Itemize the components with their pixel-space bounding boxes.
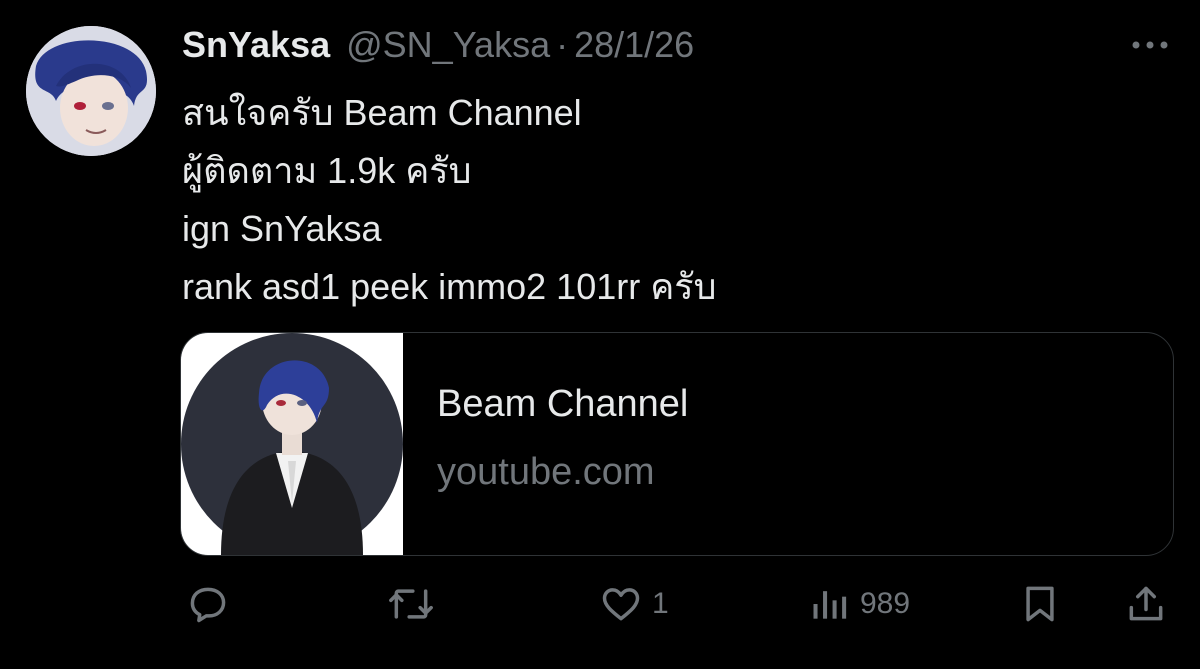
- card-thumbnail: [181, 333, 403, 555]
- bookmark-button[interactable]: [1018, 578, 1062, 630]
- like-count: 1: [652, 587, 669, 620]
- tweet-line: ผู้ติดตาม 1.9k ครับ: [182, 150, 472, 191]
- like-button[interactable]: 1: [598, 578, 669, 630]
- views-icon: [813, 591, 847, 619]
- avatar[interactable]: [26, 26, 156, 156]
- share-icon: [1129, 586, 1163, 621]
- reply-icon: [190, 587, 226, 623]
- views-count: 989: [860, 587, 911, 620]
- avatar-image: [26, 26, 156, 156]
- bookmark-icon: [1026, 586, 1054, 622]
- views-button[interactable]: 989: [808, 578, 910, 630]
- card-title: Beam Channel: [437, 383, 689, 425]
- separator-dot: ·: [556, 24, 569, 65]
- reply-button[interactable]: [186, 578, 230, 630]
- user-handle[interactable]: @SN_Yaksa: [346, 24, 550, 66]
- display-name[interactable]: SnYaksa: [182, 24, 330, 66]
- tweet-line: สนใจครับ Beam Channel: [182, 92, 582, 133]
- more-options-button[interactable]: [1128, 30, 1172, 60]
- retweet-icon: [389, 589, 433, 619]
- tweet-date[interactable]: 28/1/26: [574, 24, 694, 66]
- tweet-line: rank asd1 peek immo2 101rr ครับ: [182, 266, 717, 307]
- more-icon: [1132, 41, 1168, 49]
- share-button[interactable]: [1124, 578, 1168, 630]
- card-domain: youtube.com: [437, 451, 655, 493]
- heart-icon: [602, 588, 640, 621]
- tweet-line: ign SnYaksa: [182, 208, 382, 249]
- action-bar: 1 989: [0, 578, 1200, 630]
- tweet-text: สนใจครับ Beam Channel ผู้ติดตาม 1.9k ครั…: [182, 84, 717, 316]
- tweet-header: SnYaksa @SN_Yaksa · 28/1/26: [182, 22, 694, 68]
- retweet-button[interactable]: [386, 578, 436, 630]
- channel-thumbnail-image: [181, 333, 403, 555]
- link-card[interactable]: Beam Channel youtube.com: [180, 332, 1174, 556]
